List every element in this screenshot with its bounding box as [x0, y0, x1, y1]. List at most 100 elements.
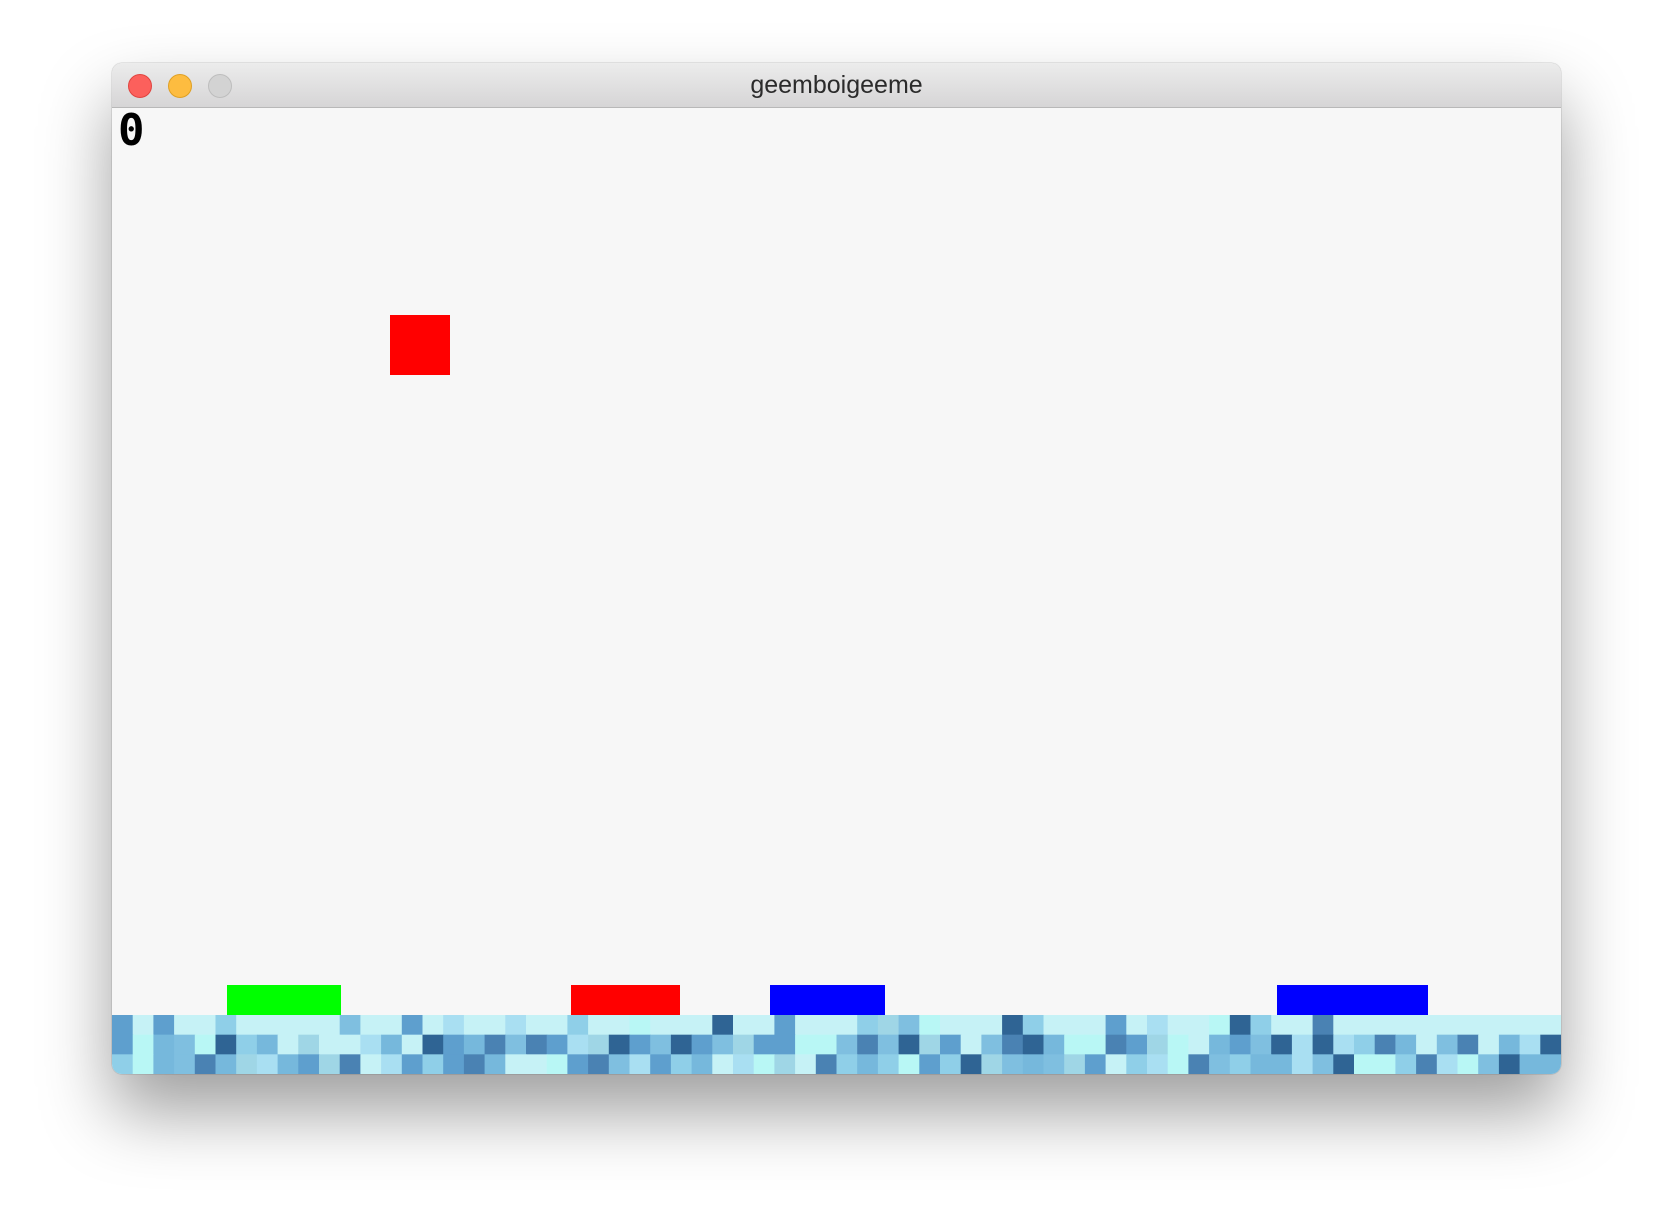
ground-tile — [588, 1034, 610, 1055]
ground-tile — [1354, 1034, 1376, 1055]
ground-tile — [1416, 1054, 1438, 1074]
ground-tile — [567, 1015, 589, 1036]
ground-tile — [112, 1054, 134, 1074]
ground-tile — [774, 1054, 796, 1074]
ground-tile — [1457, 1015, 1479, 1036]
ground-tile — [1478, 1054, 1500, 1074]
game-canvas[interactable]: 0 — [112, 108, 1561, 1074]
ground-tile — [795, 1054, 817, 1074]
ground-tile — [1064, 1015, 1086, 1036]
ground-tile — [153, 1034, 175, 1055]
ground-tile — [1291, 1034, 1314, 1055]
ground-tile — [712, 1034, 734, 1055]
ground-tile — [174, 1034, 196, 1055]
ground-tile — [940, 1034, 962, 1055]
ground-tile — [1312, 1054, 1334, 1074]
ground-tile — [1291, 1015, 1314, 1036]
ground-tile — [277, 1015, 299, 1036]
ground-tile — [919, 1015, 941, 1036]
ground-tile — [733, 1054, 755, 1074]
ground-tile — [1478, 1034, 1500, 1055]
ground-tile — [960, 1054, 982, 1074]
ground-tile — [236, 1034, 258, 1055]
ground-tile — [422, 1054, 444, 1074]
ground-tile — [401, 1015, 424, 1036]
ground-tile — [546, 1034, 568, 1055]
ground-tile — [1043, 1054, 1065, 1074]
ground-tile — [463, 1054, 486, 1074]
ground-tile — [1540, 1015, 1561, 1036]
ground-tile — [153, 1054, 175, 1074]
blue-platform — [1277, 985, 1428, 1015]
ground-tile — [1395, 1015, 1417, 1036]
ground-tile — [981, 1034, 1003, 1055]
ground-tile — [588, 1054, 610, 1074]
ground-tile — [940, 1015, 962, 1036]
ground-tile — [1250, 1015, 1272, 1036]
ground-tile — [319, 1015, 341, 1036]
ground-tile — [1105, 1054, 1127, 1074]
ground-tile — [629, 1015, 651, 1036]
ground-tile — [1229, 1034, 1252, 1055]
ground-tile — [1291, 1054, 1314, 1074]
ground-tile — [1271, 1054, 1293, 1074]
title-bar[interactable]: geemboigeeme — [112, 63, 1561, 108]
ground-tile — [319, 1054, 341, 1074]
ground-tile — [857, 1015, 879, 1036]
ground-tile — [960, 1034, 982, 1055]
ground-tile — [836, 1015, 858, 1036]
ground-tile — [1188, 1034, 1210, 1055]
ground-tile — [670, 1054, 693, 1074]
ground-tile — [940, 1054, 962, 1074]
ground-tile — [443, 1054, 465, 1074]
ground-tile — [1519, 1054, 1541, 1074]
ground-tile — [1209, 1054, 1231, 1074]
ground-tile — [733, 1034, 755, 1055]
ground-tile — [1250, 1054, 1272, 1074]
ground-tile — [1105, 1015, 1127, 1036]
ground-tile — [1374, 1015, 1396, 1036]
ground-tile — [712, 1054, 734, 1074]
ground-tile — [1519, 1015, 1541, 1036]
ground-tile — [298, 1054, 320, 1074]
ground-tile — [981, 1015, 1003, 1036]
ground-tile — [1333, 1054, 1355, 1074]
ground-tile — [898, 1015, 920, 1036]
ground-tile — [753, 1015, 775, 1036]
ground-tile — [1540, 1054, 1561, 1074]
ground-tile — [898, 1054, 920, 1074]
ground-tile — [1250, 1034, 1272, 1055]
ground-tile — [277, 1054, 299, 1074]
ground-tile — [1374, 1034, 1396, 1055]
ground-tile — [1084, 1054, 1107, 1074]
ground-tile — [1374, 1054, 1396, 1074]
ground-tile — [1395, 1054, 1417, 1074]
ground-tile — [277, 1034, 299, 1055]
ground-tile — [1354, 1015, 1376, 1036]
ground-tile — [567, 1034, 589, 1055]
ground-tile — [1498, 1015, 1521, 1036]
ground-tile — [443, 1034, 465, 1055]
score-counter: 0 — [118, 108, 145, 156]
ground-tile — [401, 1054, 424, 1074]
ground-tile — [1229, 1015, 1252, 1036]
ground-tile — [650, 1034, 672, 1055]
ground-tile — [1333, 1015, 1355, 1036]
ground-tile — [1457, 1034, 1479, 1055]
ground-tile — [1416, 1034, 1438, 1055]
ground-tile — [298, 1015, 320, 1036]
ground-tile — [1022, 1034, 1045, 1055]
ground-tile — [1084, 1015, 1107, 1036]
ground-tile — [815, 1034, 838, 1055]
ground-tile — [360, 1034, 382, 1055]
ground-tile — [401, 1034, 424, 1055]
ground-tile — [1064, 1054, 1086, 1074]
ground-tile — [1105, 1034, 1127, 1055]
ground-tile — [588, 1015, 610, 1036]
ground-tile — [236, 1054, 258, 1074]
green-platform — [227, 985, 341, 1015]
ground-tile — [815, 1054, 838, 1074]
ground-tile — [815, 1015, 838, 1036]
ground-tile — [795, 1034, 817, 1055]
ground-tile — [1147, 1054, 1169, 1074]
